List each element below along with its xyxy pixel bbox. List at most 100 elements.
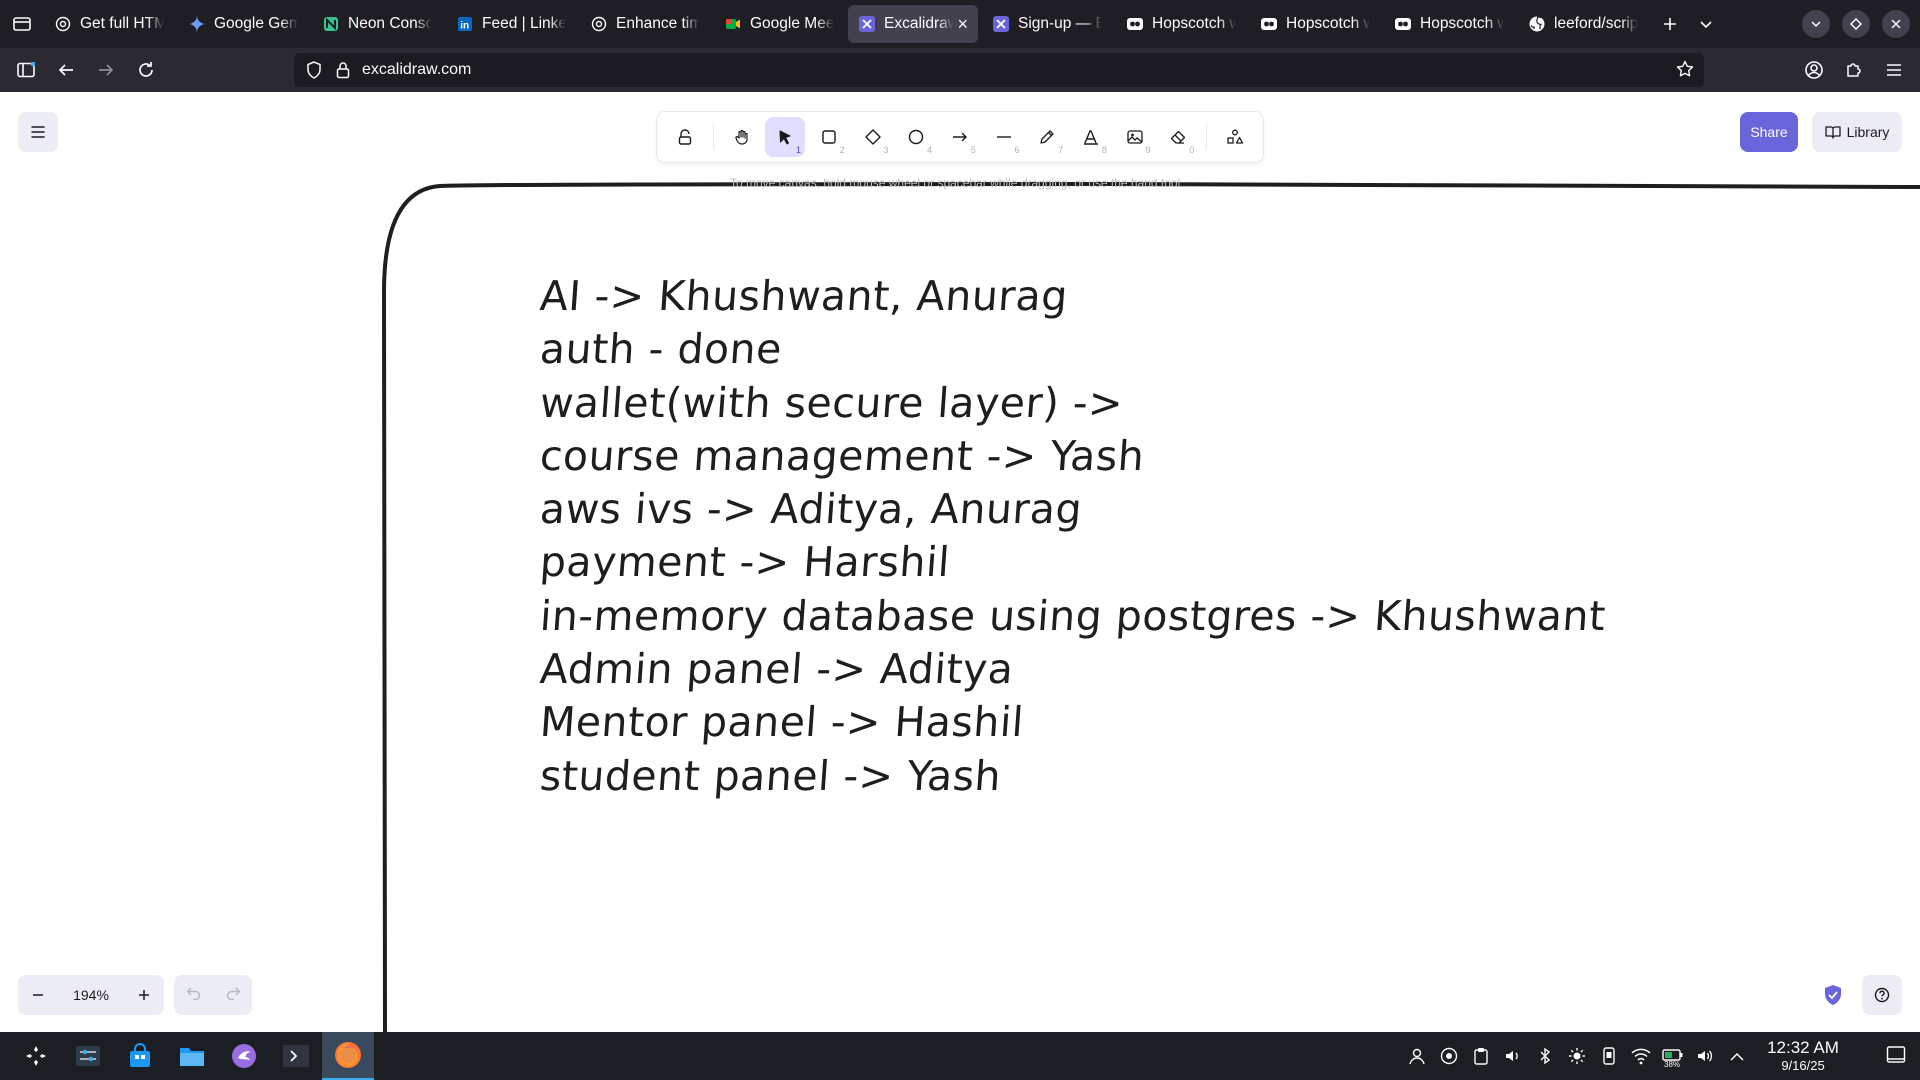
selection-tool[interactable]: 1 (765, 117, 806, 157)
eraser-tool[interactable]: 0 (1159, 117, 1199, 157)
speaker-icon[interactable] (1502, 1045, 1524, 1067)
ellipse-tool[interactable]: 4 (896, 117, 936, 157)
hopscotch-icon (1394, 15, 1412, 33)
minimize-button[interactable] (1802, 10, 1830, 38)
vpn-icon[interactable] (1438, 1045, 1460, 1067)
lock-icon (336, 62, 350, 79)
image-icon (1127, 130, 1143, 144)
device-icon[interactable] (1598, 1045, 1620, 1067)
system-settings-app[interactable] (62, 1032, 114, 1080)
extras-icon (1227, 129, 1244, 144)
tab-7[interactable]: Excalidraw × (848, 5, 978, 43)
zoom-controls: 194% (18, 975, 164, 1015)
image-tool[interactable]: 9 (1115, 117, 1155, 157)
app-launcher-button[interactable] (10, 1032, 62, 1080)
diamond-tool[interactable]: 3 (853, 117, 893, 157)
settings-sliders-icon (76, 1046, 100, 1066)
kde-app[interactable] (218, 1032, 270, 1080)
note-line: auth - done (538, 325, 784, 374)
tab-11[interactable]: Hopscotch w (1384, 5, 1514, 43)
sidebar-toggle-button[interactable] (6, 52, 46, 88)
tab-12[interactable]: leeford/scrip (1518, 5, 1648, 43)
user-icon[interactable] (1406, 1045, 1428, 1067)
arrow-tool[interactable]: 5 (940, 117, 980, 157)
bookmark-button[interactable] (1676, 60, 1694, 83)
tray-expand-icon[interactable] (1726, 1045, 1748, 1067)
tab-overview-button[interactable] (0, 0, 44, 48)
reload-button[interactable] (126, 52, 166, 88)
url-bar[interactable]: excalidraw.com (294, 53, 1704, 87)
excalidraw-canvas[interactable]: 1 2 3 4 5 6 7 8 9 0 To move canvas, hold mouse wh… (0, 92, 1920, 1032)
tab-6[interactable]: Google Meet (714, 5, 844, 43)
digital-clock[interactable]: 12:32 AM 9/16/25 (1748, 1038, 1858, 1074)
firefox-app[interactable] (322, 1032, 374, 1080)
encryption-badge[interactable] (1818, 980, 1848, 1010)
tab-10[interactable]: Hopscotch w (1250, 5, 1380, 43)
bluetooth-icon[interactable] (1534, 1045, 1556, 1067)
list-all-tabs-button[interactable] (1688, 6, 1724, 42)
back-button[interactable] (46, 52, 86, 88)
draw-tool[interactable]: 7 (1028, 117, 1068, 157)
neon-icon (322, 15, 340, 33)
wifi-icon[interactable] (1630, 1045, 1652, 1067)
account-button[interactable] (1794, 52, 1834, 88)
extra-tools[interactable] (1215, 117, 1255, 157)
tool-shortcut: 0 (1189, 145, 1195, 155)
forward-button[interactable] (86, 52, 126, 88)
lock-tool[interactable] (665, 117, 705, 157)
redo-button[interactable] (225, 986, 241, 1005)
tab-3[interactable]: Neon Conso (312, 5, 442, 43)
show-desktop-button[interactable] (1886, 1045, 1908, 1067)
line-tool[interactable]: 6 (984, 117, 1024, 157)
tool-shortcut: 9 (1145, 145, 1151, 155)
rectangle-tool[interactable]: 2 (809, 117, 849, 157)
tab-9[interactable]: Hopscotch w (1116, 5, 1246, 43)
launcher-icon (26, 1046, 46, 1066)
close-window-button[interactable] (1882, 10, 1910, 38)
new-tab-button[interactable] (1652, 6, 1688, 42)
tab-8[interactable]: Sign-up — E (982, 5, 1112, 43)
selection-icon (779, 130, 791, 145)
terminal-icon (283, 1045, 309, 1067)
clipboard-icon[interactable] (1470, 1045, 1492, 1067)
zoom-in-button[interactable] (124, 975, 164, 1015)
tool-shortcut: 6 (1014, 145, 1020, 155)
share-button[interactable]: Share (1740, 112, 1798, 152)
note-line: payment -> Harshil (538, 538, 952, 587)
library-label: Library (1846, 124, 1890, 140)
tab-5[interactable]: Enhance tim (580, 5, 710, 43)
tab-2[interactable]: Google Gem (178, 5, 308, 43)
battery-level: 38% (1664, 1060, 1681, 1069)
toolbar-right (1794, 52, 1914, 88)
help-button[interactable] (1862, 975, 1902, 1015)
discover-app[interactable] (114, 1032, 166, 1080)
note-line: course management -> Yash (538, 431, 1147, 480)
hopscotch-icon (1126, 15, 1144, 33)
text-tool[interactable]: 8 (1071, 117, 1111, 157)
toolbar-separator (1206, 124, 1208, 150)
zoom-level[interactable]: 194% (58, 987, 124, 1003)
tab-title: Feed | Linke (482, 15, 566, 32)
volume-icon[interactable] (1694, 1045, 1716, 1067)
battery-icon[interactable]: 38% (1662, 1045, 1684, 1069)
zoom-out-button[interactable] (18, 975, 58, 1015)
close-tab-icon[interactable]: × (953, 14, 968, 35)
text-element[interactable]: AI -> Khushwant, Anurag auth - done wallet… (538, 270, 1607, 803)
redo-icon (226, 987, 240, 1000)
tab-4[interactable]: in Feed | Linke (446, 5, 576, 43)
maximize-button[interactable] (1842, 10, 1870, 38)
konsole-app[interactable] (270, 1032, 322, 1080)
eraser-icon (1171, 130, 1186, 144)
tab-title: Hopscotch w (1420, 15, 1504, 32)
excalidraw-icon (992, 15, 1010, 33)
extensions-button[interactable] (1834, 52, 1874, 88)
tab-1[interactable]: Get full HTM (44, 5, 174, 43)
hand-tool[interactable] (722, 117, 762, 157)
library-button[interactable]: Library (1812, 112, 1902, 152)
app-menu-button[interactable] (1874, 52, 1914, 88)
undo-button[interactable] (186, 986, 202, 1005)
file-manager-app[interactable] (166, 1032, 218, 1080)
brightness-icon[interactable] (1566, 1045, 1588, 1067)
main-menu-button[interactable] (18, 112, 58, 152)
url-text[interactable]: excalidraw.com (362, 61, 471, 79)
